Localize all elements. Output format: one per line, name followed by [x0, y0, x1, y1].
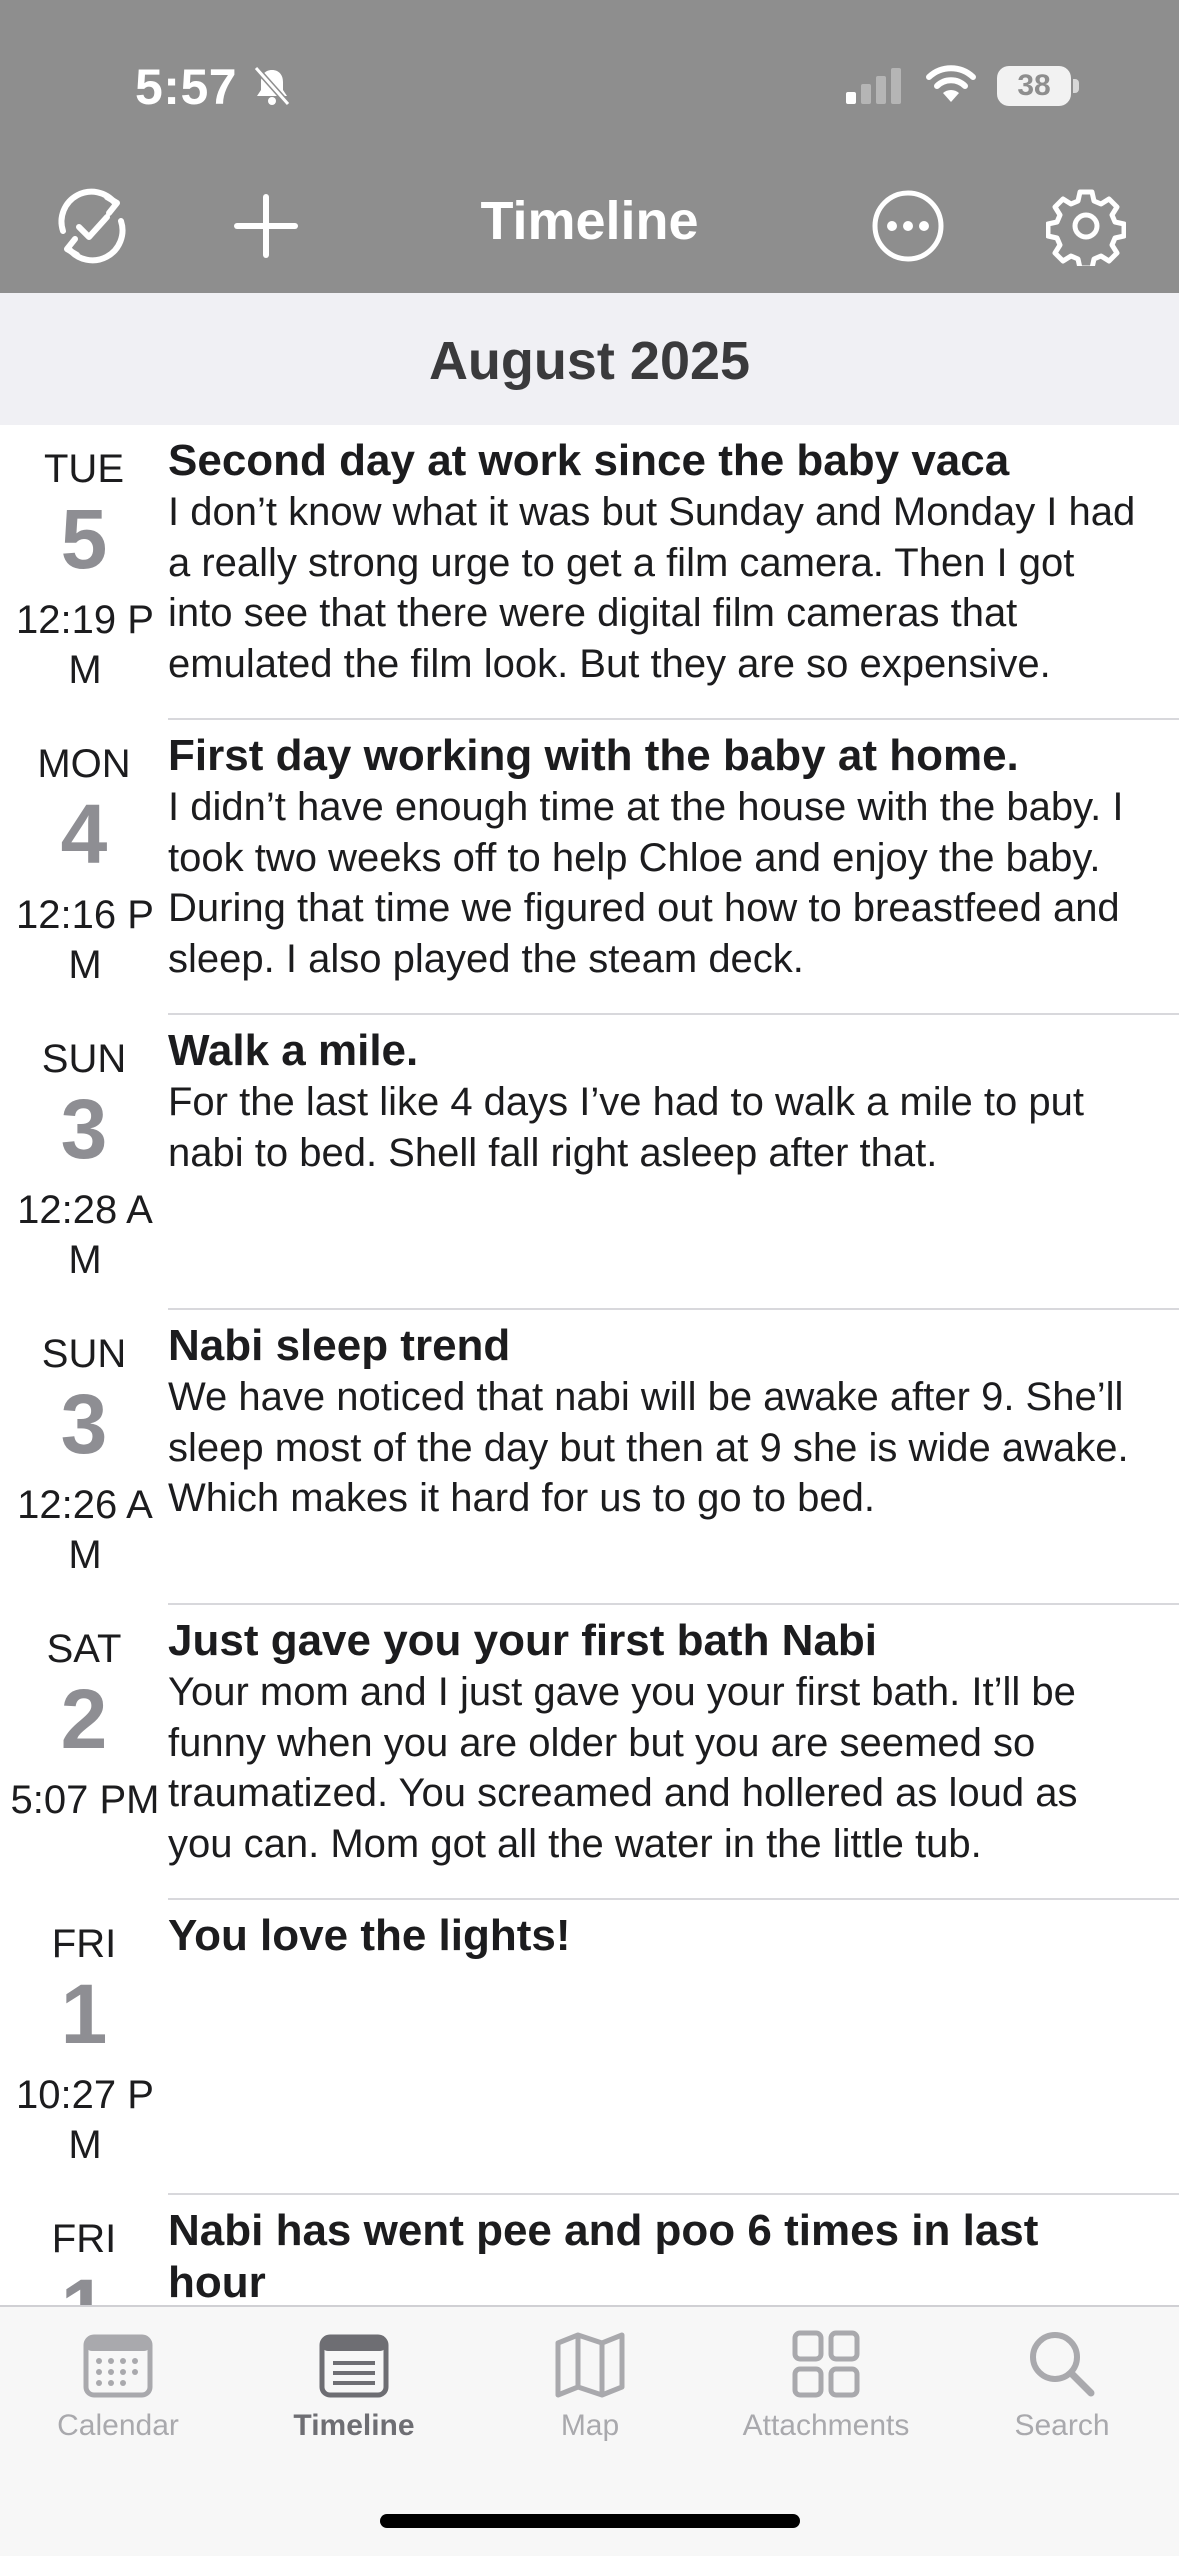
entry-title: Nabi sleep trend	[168, 1321, 511, 1370]
settings-button[interactable]	[1040, 180, 1132, 272]
tab-label: Attachments	[742, 2409, 910, 2442]
entry-title: You love the lights!	[168, 1911, 571, 1960]
navigation-bar: 5:57 38 Timeline	[0, 0, 1179, 293]
tab-label: Search	[1014, 2409, 1110, 2442]
calendar-icon	[83, 2334, 153, 2398]
entry-title: Just gave you your first bath Nabi	[168, 1616, 878, 1665]
tab-label: Calendar	[57, 2409, 179, 2442]
search-icon	[1030, 2332, 1095, 2397]
plus-icon	[234, 194, 298, 258]
bell-slash-icon	[253, 66, 291, 106]
entry-date: SUN 3 12:26 AM	[0, 1310, 168, 1605]
tab-timeline[interactable]: Timeline	[236, 2327, 472, 2477]
entry-time: 10:27 PM	[16, 2073, 154, 2167]
entry-time: 5:07 PM	[10, 1778, 160, 1822]
wifi-icon	[926, 65, 976, 102]
entry-date: TUE 5 12:19 PM	[0, 425, 168, 720]
sync-button[interactable]	[46, 180, 138, 272]
gear-icon	[1046, 189, 1126, 266]
entry-day: 3	[60, 1082, 108, 1176]
entry-day: 1	[60, 1967, 108, 2061]
timeline-entry[interactable]: FRI 1 Nabi has went pee and poo 6 times …	[0, 2195, 1179, 2305]
entry-weekday: TUE	[44, 447, 124, 491]
sync-check-icon	[58, 188, 126, 264]
entry-snippet: I didn’t have enough time at the house w…	[168, 785, 1124, 981]
more-icon	[872, 190, 944, 262]
timeline-icon	[319, 2334, 389, 2398]
entry-weekday: SUN	[41, 1037, 127, 1081]
entry-time: 12:26 AM	[17, 1483, 153, 1577]
entry-snippet: For the last like 4 days I’ve had to wal…	[168, 1080, 1084, 1175]
tab-attachments[interactable]: Attachments	[708, 2327, 944, 2477]
timeline-entry[interactable]: MON 4 12:16 PM First day working with th…	[0, 720, 1179, 1015]
entry-day: 1	[0, 2259, 168, 2305]
entry-date: FRI 1 10:27 PM	[0, 1900, 168, 2195]
entry-day: 2	[60, 1672, 108, 1766]
timeline-list[interactable]: TUE 5 12:19 PM Second day at work since …	[0, 425, 1179, 2305]
entry-date: SUN 3 12:28 AM	[0, 1015, 168, 1310]
entry-time: 12:19 PM	[16, 598, 154, 692]
entry-snippet: We have noticed that nabi will be awake …	[168, 1375, 1129, 1520]
map-icon	[555, 2332, 625, 2398]
status-time: 5:57	[135, 59, 238, 115]
cellular-signal-icon	[846, 68, 901, 104]
entry-date: SAT 2 5:07 PM	[0, 1605, 168, 1900]
entry-weekday: FRI	[51, 2217, 117, 2261]
entry-weekday: SUN	[41, 1332, 127, 1376]
entry-title: Walk a mile.	[168, 1026, 419, 1075]
entry-snippet: I don’t know what it was but Sunday and …	[168, 490, 1136, 686]
timeline-entry[interactable]: SAT 2 5:07 PM Just gave you your first b…	[0, 1605, 1179, 1900]
entry-snippet: Your mom and I just gave you your first …	[168, 1670, 1078, 1866]
entry-day: 4	[60, 787, 108, 881]
timeline-entry[interactable]: TUE 5 12:19 PM Second day at work since …	[0, 425, 1179, 720]
entry-title: Second day at work since the baby vaca	[168, 436, 1010, 485]
attachments-icon	[792, 2330, 860, 2398]
entry-date: MON 4 12:16 PM	[0, 720, 168, 1015]
tab-label: Map	[560, 2409, 620, 2442]
tab-search[interactable]: Search	[944, 2327, 1179, 2477]
entry-time: 12:16 PM	[16, 893, 154, 987]
entry-title: Nabi has went pee and poo 6 times in las…	[168, 2206, 1039, 2305]
entry-date: FRI 1	[0, 2195, 168, 2305]
entry-weekday: FRI	[51, 1922, 117, 1966]
page-title: Timeline	[480, 191, 699, 251]
tab-map[interactable]: Map	[472, 2327, 708, 2477]
timeline-entry[interactable]: SUN 3 12:26 AM Nabi sleep trend We have …	[0, 1310, 1179, 1605]
tab-calendar[interactable]: Calendar	[0, 2327, 236, 2477]
entry-weekday: MON	[37, 742, 131, 786]
add-entry-button[interactable]	[220, 180, 312, 272]
home-indicator	[380, 2514, 800, 2528]
entry-day: 3	[60, 1377, 108, 1471]
month-title: August 2025	[428, 331, 751, 391]
entry-day: 5	[60, 492, 108, 586]
tab-label: Timeline	[293, 2409, 415, 2442]
entry-time: 12:28 AM	[17, 1188, 153, 1282]
entry-title: First day working with the baby at home.	[168, 731, 1019, 780]
more-button[interactable]	[862, 180, 954, 272]
timeline-entry[interactable]: SUN 3 12:28 AM Walk a mile. For the last…	[0, 1015, 1179, 1310]
entry-weekday: SAT	[46, 1627, 122, 1671]
timeline-entry[interactable]: FRI 1 10:27 PM You love the lights!	[0, 1900, 1179, 2195]
battery-indicator: 38	[997, 66, 1079, 106]
